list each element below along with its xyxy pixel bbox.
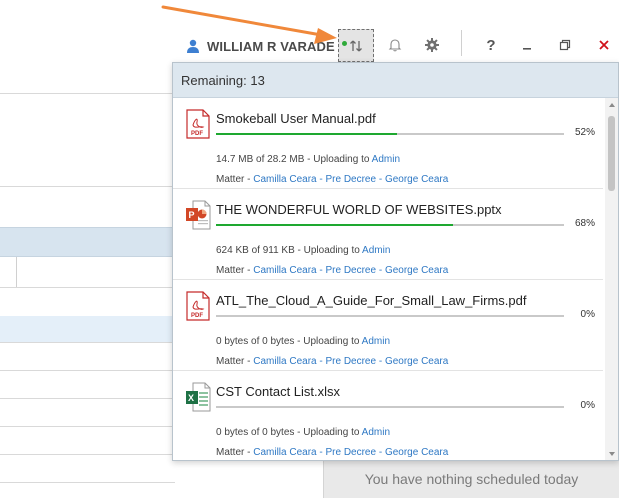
scroll-up-arrow-icon[interactable] bbox=[609, 103, 615, 107]
svg-text:PDF: PDF bbox=[191, 131, 203, 137]
restore-button[interactable] bbox=[550, 30, 580, 60]
matter-prefix: Matter - bbox=[216, 174, 251, 185]
minimize-button[interactable] bbox=[512, 30, 542, 60]
minimize-icon bbox=[523, 48, 531, 50]
upload-status-text: 0 bytes of 0 bytes - Uploading to bbox=[216, 427, 360, 438]
upload-panel-header: Remaining: 13 bbox=[173, 63, 618, 98]
upload-progress-percent: 0% bbox=[580, 309, 595, 320]
upload-item[interactable]: X CST Contact List.xlsx 0% 0 bytes of 0 … bbox=[173, 371, 603, 460]
background-row-divider bbox=[0, 426, 175, 427]
background-divider bbox=[0, 93, 175, 94]
help-icon: ? bbox=[486, 36, 496, 54]
schedule-panel: You have nothing scheduled today bbox=[323, 460, 619, 498]
close-icon bbox=[599, 40, 609, 50]
help-button[interactable]: ? bbox=[476, 30, 506, 60]
background-row-divider bbox=[0, 398, 175, 399]
restore-icon bbox=[559, 39, 571, 51]
schedule-empty-text: You have nothing scheduled today bbox=[364, 471, 579, 487]
upload-progress-panel: Remaining: 13 PDF Smokeball User Manual.… bbox=[172, 62, 619, 461]
uploader-link[interactable]: Admin bbox=[362, 427, 390, 438]
upload-progress-percent: 0% bbox=[580, 400, 595, 411]
user-icon bbox=[187, 39, 199, 53]
upload-matter-line: Matter - Camilla Ceara - Pre Decree - Ge… bbox=[216, 447, 448, 458]
background-row-divider bbox=[0, 342, 175, 343]
sync-button[interactable] bbox=[338, 29, 374, 62]
upload-progress-percent: 52% bbox=[574, 127, 595, 138]
title-bar: WILLIAM R VARADE ? bbox=[0, 0, 619, 62]
upload-progress-fill bbox=[216, 133, 397, 135]
scrollbar-thumb[interactable] bbox=[608, 116, 615, 191]
upload-item[interactable]: PDF ATL_The_Cloud_A_Guide_For_Small_Law_… bbox=[173, 280, 603, 371]
upload-progress-bar bbox=[216, 315, 564, 317]
matter-prefix: Matter - bbox=[216, 265, 251, 276]
settings-button[interactable] bbox=[417, 30, 447, 60]
matter-link[interactable]: Camilla Ceara - Pre Decree - George Cear… bbox=[253, 447, 448, 458]
upload-status-line: 624 KB of 911 KB - Uploading to Admin bbox=[216, 245, 390, 256]
upload-status-text: 624 KB of 911 KB - Uploading to bbox=[216, 245, 360, 256]
upload-list: PDF Smokeball User Manual.pdf 52% 14.7 M… bbox=[173, 98, 603, 460]
upload-matter-line: Matter - Camilla Ceara - Pre Decree - Ge… bbox=[216, 174, 448, 185]
upload-matter-line: Matter - Camilla Ceara - Pre Decree - Ge… bbox=[216, 265, 448, 276]
uploader-link[interactable]: Admin bbox=[372, 154, 400, 165]
upload-status-line: 0 bytes of 0 bytes - Uploading to Admin bbox=[216, 427, 390, 438]
upload-status-text: 14.7 MB of 28.2 MB - Uploading to bbox=[216, 154, 370, 165]
bell-icon bbox=[388, 39, 402, 52]
upload-file-name: THE WONDERFUL WORLD OF WEBSITES.pptx bbox=[216, 202, 502, 217]
upload-progress-percent: 68% bbox=[574, 218, 595, 229]
sync-arrows-icon bbox=[350, 40, 362, 51]
pdf-file-icon: PDF bbox=[186, 109, 210, 139]
background-divider bbox=[0, 186, 175, 187]
matter-prefix: Matter - bbox=[216, 447, 251, 458]
pptx-file-icon: P bbox=[186, 200, 211, 230]
remaining-count: Remaining: 13 bbox=[181, 72, 265, 88]
xlsx-file-icon: X bbox=[186, 382, 211, 412]
pdf-file-icon: PDF bbox=[186, 291, 210, 321]
upload-progress-fill bbox=[216, 224, 453, 226]
background-table-header bbox=[0, 227, 175, 257]
sync-status-dot bbox=[342, 41, 347, 46]
matter-link[interactable]: Camilla Ceara - Pre Decree - George Cear… bbox=[253, 174, 448, 185]
close-button[interactable] bbox=[589, 30, 619, 60]
upload-file-name: Smokeball User Manual.pdf bbox=[216, 111, 376, 126]
scroll-down-arrow-icon[interactable] bbox=[609, 452, 615, 456]
matter-link[interactable]: Camilla Ceara - Pre Decree - George Cear… bbox=[253, 265, 448, 276]
upload-list-scrollbar[interactable] bbox=[605, 98, 618, 460]
upload-item[interactable]: P THE WONDERFUL WORLD OF WEBSITES.pptx 6… bbox=[173, 189, 603, 280]
matter-link[interactable]: Camilla Ceara - Pre Decree - George Cear… bbox=[253, 356, 448, 367]
notifications-button[interactable] bbox=[380, 30, 410, 60]
background-selected-row[interactable] bbox=[0, 316, 175, 342]
background-column-divider bbox=[16, 257, 17, 287]
upload-status-text: 0 bytes of 0 bytes - Uploading to bbox=[216, 336, 360, 347]
svg-text:PDF: PDF bbox=[191, 313, 203, 319]
background-row-divider bbox=[0, 454, 175, 455]
background-main-pane bbox=[0, 0, 175, 498]
upload-file-name: ATL_The_Cloud_A_Guide_For_Small_Law_Firm… bbox=[216, 293, 527, 308]
matter-prefix: Matter - bbox=[216, 356, 251, 367]
background-row-divider bbox=[0, 370, 175, 371]
uploader-link[interactable]: Admin bbox=[362, 245, 390, 256]
upload-status-line: 14.7 MB of 28.2 MB - Uploading to Admin bbox=[216, 154, 400, 165]
user-name: WILLIAM R VARADE bbox=[207, 38, 335, 54]
background-row-divider bbox=[0, 482, 175, 483]
background-row-divider bbox=[0, 287, 175, 288]
user-menu[interactable]: WILLIAM R VARADE bbox=[186, 36, 335, 56]
upload-matter-line: Matter - Camilla Ceara - Pre Decree - Ge… bbox=[216, 356, 448, 367]
toolbar-divider bbox=[461, 30, 462, 56]
upload-progress-bar bbox=[216, 224, 564, 226]
upload-status-line: 0 bytes of 0 bytes - Uploading to Admin bbox=[216, 336, 390, 347]
upload-file-name: CST Contact List.xlsx bbox=[216, 384, 341, 399]
upload-item[interactable]: PDF Smokeball User Manual.pdf 52% 14.7 M… bbox=[173, 98, 603, 189]
upload-progress-bar bbox=[216, 133, 564, 135]
upload-progress-bar bbox=[216, 406, 564, 408]
svg-text:X: X bbox=[188, 393, 194, 403]
gear-icon bbox=[425, 38, 439, 52]
uploader-link[interactable]: Admin bbox=[362, 336, 390, 347]
svg-text:P: P bbox=[189, 210, 195, 220]
